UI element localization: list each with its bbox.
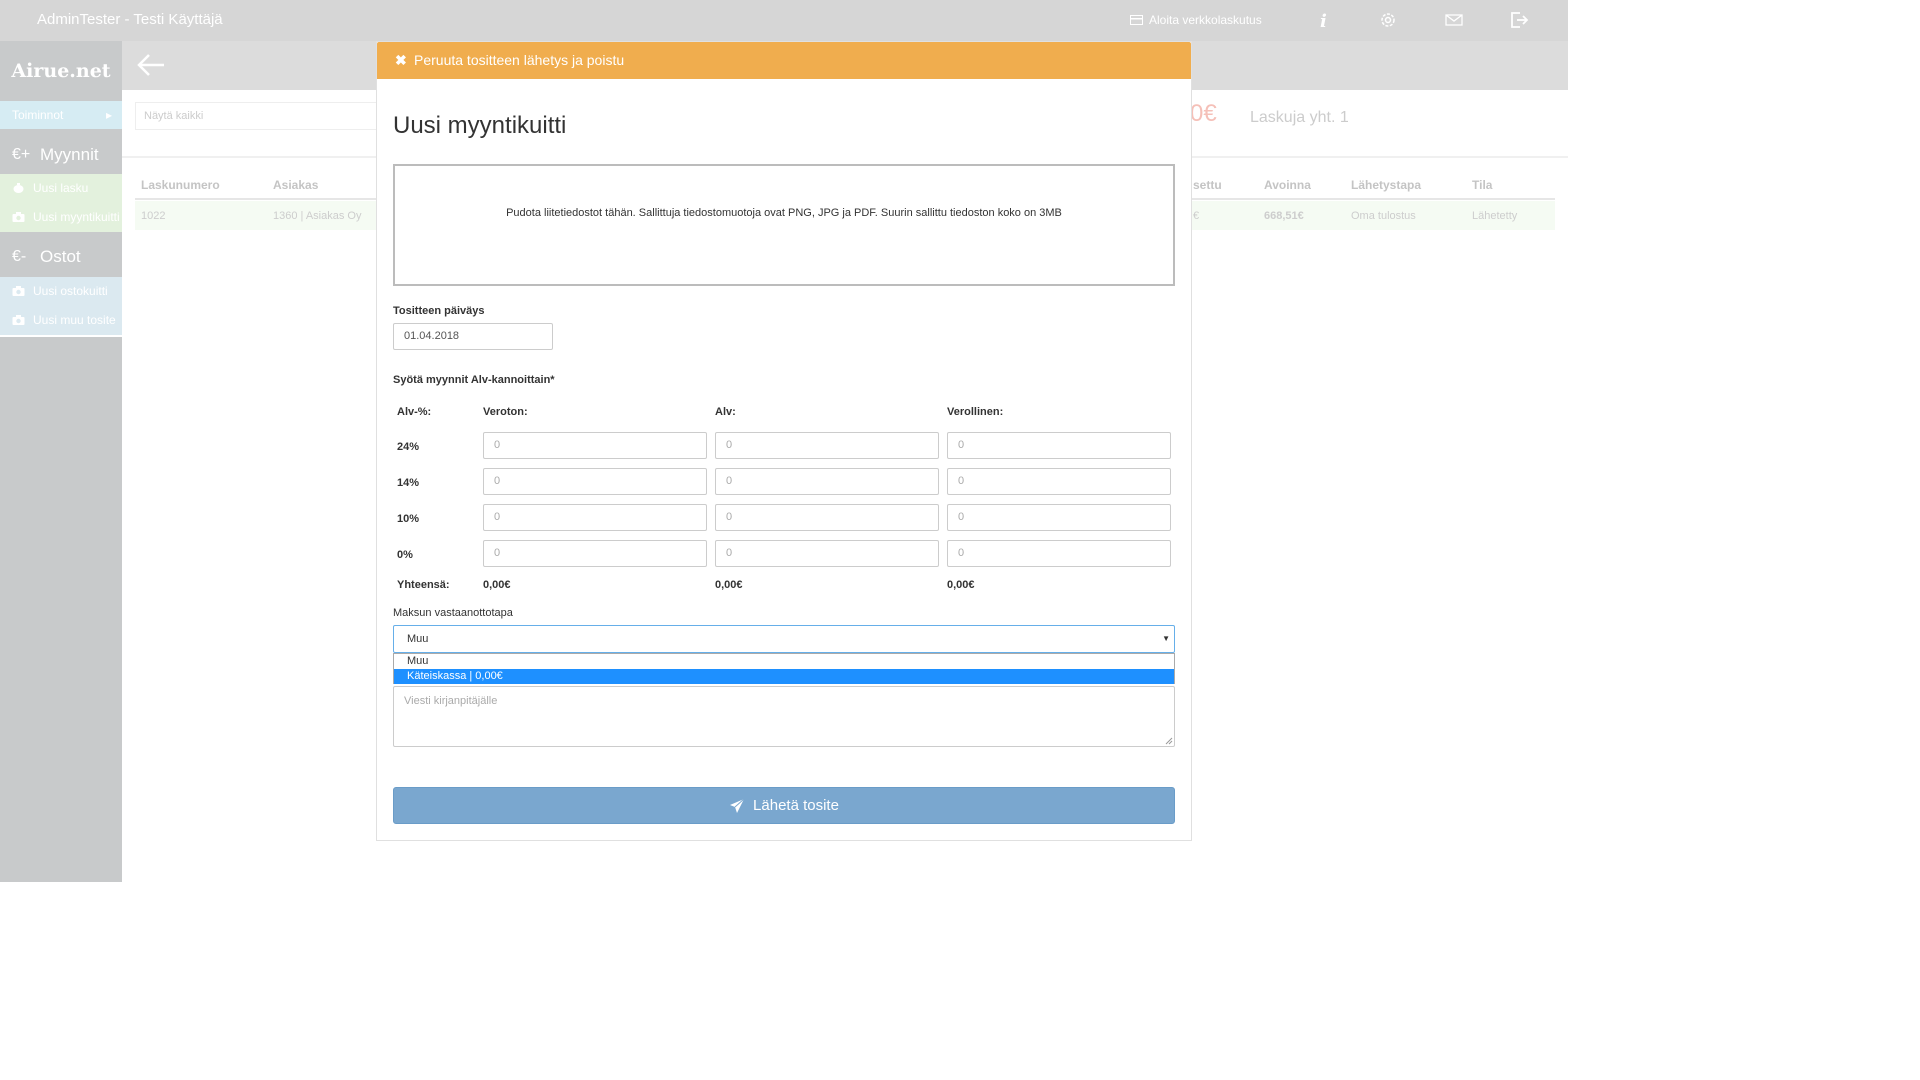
column-header-vat: Alv: — [715, 406, 736, 418]
sales-section-header: €+ Myynnit — [0, 135, 122, 175]
camera-icon — [12, 286, 25, 296]
purchases-section-header: €- Ostot — [0, 237, 122, 277]
cell-paid: € — [1193, 210, 1200, 222]
sidebar: Airue.net Toiminnot ▸ €+ Myynnit Uusi la… — [0, 41, 122, 882]
vat-rate-label: 24% — [397, 441, 420, 453]
column-header-open[interactable]: Avoinna — [1264, 178, 1311, 192]
modal-title: Uusi myyntikuitti — [393, 112, 567, 139]
gross-input[interactable]: 0 — [947, 432, 1171, 459]
new-sales-receipt-modal: ✖ Peruuta tositteen lähetys ja poistu Uu… — [376, 41, 1192, 841]
net-input[interactable]: 0 — [483, 432, 707, 459]
start-einvoicing-label: Aloita verkkolaskutus — [1149, 13, 1262, 27]
user-name: AdminTester - Testi Käyttäjä — [37, 11, 223, 28]
totals-label: Yhteensä: — [397, 579, 450, 591]
cell-number: 1022 — [141, 210, 166, 222]
camera-icon — [12, 315, 25, 325]
sidebar-item-label: Uusi myyntikuitti — [33, 210, 120, 224]
start-einvoicing-link[interactable]: Aloita verkkolaskutus — [1130, 13, 1262, 27]
payment-method-label: Maksun vastaanottotapa — [393, 607, 513, 619]
euro-plus-icon: €+ — [12, 146, 31, 163]
vat-rate-label: 0% — [397, 549, 413, 561]
send-button[interactable]: Lähetä tosite — [393, 787, 1175, 824]
net-input[interactable]: 0 — [483, 540, 707, 567]
total-net: 0,00€ — [483, 579, 511, 591]
column-header-paid[interactable]: settu — [1193, 178, 1222, 192]
actions-label: Toiminnot — [12, 108, 64, 122]
column-header-customer[interactable]: Asiakas — [273, 178, 318, 192]
column-header-number[interactable]: Laskunumero — [141, 178, 220, 192]
cancel-bar-label: Peruuta tositteen lähetys ja poistu — [414, 52, 625, 68]
sidebar-item-label: Uusi ostokuitti — [33, 284, 108, 298]
resize-grip-icon[interactable] — [1165, 737, 1173, 745]
svg-text:i: i — [1320, 11, 1327, 30]
vat-input[interactable]: 0 — [715, 432, 939, 459]
vat-rate-label: 14% — [397, 477, 420, 489]
chevron-right-icon: ▸ — [105, 108, 112, 122]
vat-input[interactable]: 0 — [715, 504, 939, 531]
mail-icon[interactable] — [1444, 10, 1464, 30]
info-icon[interactable]: i — [1314, 10, 1334, 30]
top-bar: AdminTester - Testi Käyttäjä Aloita verk… — [0, 0, 1568, 41]
sidebar-item-label: Uusi muu tosite — [33, 313, 116, 327]
message-placeholder: Viesti kirjanpitäjälle — [404, 695, 498, 707]
sidebar-divider — [0, 335, 122, 337]
chevron-down-icon: ▼ — [1162, 634, 1170, 643]
dropdown-option[interactable]: Käteiskassa | 0,00€ — [394, 669, 1174, 684]
sidebar-item-new-invoice[interactable]: Uusi lasku — [0, 174, 122, 203]
sidebar-item-new-sales-receipt[interactable]: Uusi myyntikuitti — [0, 203, 122, 232]
sidebar-item-new-purchase-receipt[interactable]: Uusi ostokuitti — [0, 277, 122, 306]
payment-method-select[interactable]: Muu ▼ — [393, 625, 1175, 653]
send-button-label: Lähetä tosite — [753, 797, 839, 814]
column-header-rate: Alv-%: — [397, 406, 432, 418]
date-label: Tositteen päiväys — [393, 305, 485, 317]
gear-icon[interactable] — [1378, 10, 1398, 30]
vat-section-label: Syötä myynnit Alv-kannoittain* — [393, 374, 555, 386]
piggybank-icon — [13, 183, 24, 193]
vat-input[interactable]: 0 — [715, 468, 939, 495]
vat-rate-label: 10% — [397, 513, 420, 525]
total-gross: 0,00€ — [947, 579, 975, 591]
gross-input[interactable]: 0 — [947, 540, 1171, 567]
vat-input[interactable]: 0 — [715, 540, 939, 567]
back-arrow-icon[interactable] — [136, 50, 166, 80]
card-icon — [1130, 15, 1143, 25]
net-input[interactable]: 0 — [483, 468, 707, 495]
euro-minus-icon: €- — [12, 248, 27, 265]
column-header-gross: Verollinen: — [947, 406, 1004, 418]
total-vat: 0,00€ — [715, 579, 743, 591]
payment-method-dropdown: Muu Käteiskassa | 0,00€ — [393, 653, 1175, 684]
message-textarea[interactable]: Viesti kirjanpitäjälle — [393, 686, 1175, 747]
dropdown-option[interactable]: Muu — [394, 654, 1174, 669]
net-input[interactable]: 0 — [483, 504, 707, 531]
payment-method-value: Muu — [407, 633, 429, 645]
cell-delivery: Oma tulostus — [1351, 210, 1416, 222]
close-icon: ✖ — [395, 52, 407, 68]
search-input[interactable]: Näytä kaikki — [135, 102, 385, 130]
date-input[interactable]: 01.04.2018 — [393, 323, 553, 350]
total-sum: 0€ — [1190, 100, 1217, 127]
cell-status: Lähetetty — [1472, 210, 1518, 222]
gross-input[interactable]: 0 — [947, 468, 1171, 495]
cancel-bar[interactable]: ✖ Peruuta tositteen lähetys ja poistu — [377, 42, 1191, 79]
column-header-net: Veroton: — [483, 406, 528, 418]
file-dropzone[interactable]: Pudota liitetiedostot tähän. Sallittuja … — [393, 164, 1175, 286]
logo[interactable]: Airue.net — [0, 41, 122, 101]
sidebar-item-new-other-document[interactable]: Uusi muu tosite — [0, 306, 122, 335]
column-header-status[interactable]: Tila — [1472, 178, 1492, 192]
invoice-count: Laskuja yht. 1 — [1250, 109, 1349, 126]
logout-icon[interactable] — [1509, 10, 1529, 30]
cell-customer: 1360 | Asiakas Oy — [273, 210, 362, 222]
paper-plane-icon — [730, 798, 745, 813]
actions-menu[interactable]: Toiminnot ▸ — [0, 101, 122, 129]
camera-icon — [12, 212, 25, 222]
gross-input[interactable]: 0 — [947, 504, 1171, 531]
dropzone-text: Pudota liitetiedostot tähän. Sallittuja … — [506, 207, 1062, 219]
sidebar-item-label: Uusi lasku — [33, 181, 89, 195]
column-header-delivery[interactable]: Lähetystapa — [1351, 178, 1421, 192]
cell-open: 668,51€ — [1264, 210, 1304, 222]
